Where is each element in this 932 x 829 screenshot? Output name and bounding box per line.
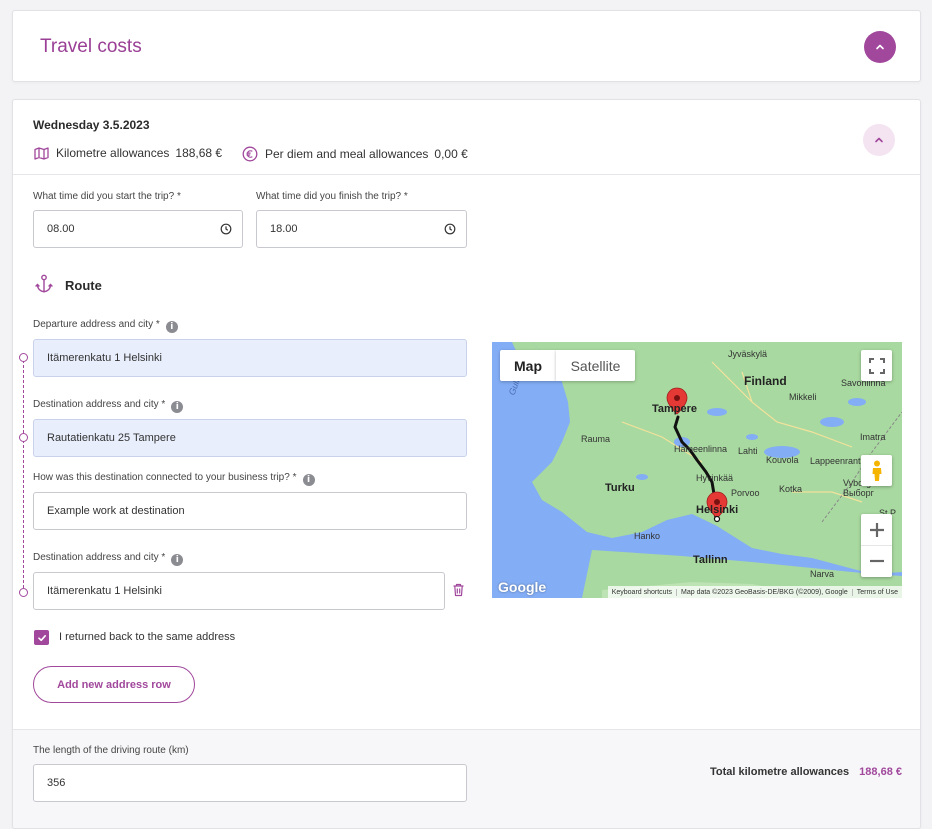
- map-label: Hanko: [634, 531, 661, 541]
- finish-time-value: 18.00: [270, 223, 298, 235]
- info-icon[interactable]: i: [165, 321, 178, 333]
- route-length-input[interactable]: 356: [33, 764, 467, 802]
- map-label: Hyvinkää: [696, 473, 734, 483]
- add-address-row-button[interactable]: Add new address row: [33, 666, 195, 703]
- chevron-up-icon: [875, 137, 883, 143]
- euro-icon: [242, 146, 258, 162]
- clock-icon: [444, 223, 456, 235]
- street-view-button[interactable]: [861, 455, 892, 486]
- fullscreen-button[interactable]: [861, 350, 892, 381]
- satellite-tab[interactable]: Satellite: [556, 350, 635, 381]
- pegman-icon: [872, 460, 881, 481]
- route-point: [19, 353, 28, 362]
- map-label: Narva: [810, 569, 835, 579]
- start-time-label: What time did you start the trip? *: [33, 191, 181, 202]
- destination-label: Destination address and city * i: [33, 399, 184, 413]
- map-label: Tampere: [652, 403, 698, 415]
- start-time-value: 08.00: [47, 223, 75, 235]
- clock-icon: [220, 223, 232, 235]
- info-icon[interactable]: i: [302, 474, 315, 486]
- km-allowance-summary: Kilometre allowances 188,68 €: [34, 146, 222, 160]
- divider: [13, 174, 920, 175]
- connection-label: How was this destination connected to yo…: [33, 472, 315, 486]
- zoom-control[interactable]: [861, 514, 892, 577]
- map-tab[interactable]: Map: [500, 350, 556, 381]
- destination2-label: Destination address and city * i: [33, 552, 184, 566]
- per-diem-value: 0,00 €: [434, 147, 468, 161]
- departure-label: Departure address and city * i: [33, 319, 178, 333]
- finish-time-label: What time did you finish the trip? *: [256, 191, 408, 202]
- map-label: Lappeenranta: [810, 456, 866, 466]
- page-title: Travel costs: [40, 36, 142, 57]
- keyboard-shortcuts-link[interactable]: Keyboard shortcuts: [608, 589, 676, 596]
- google-logo: Google: [498, 579, 547, 595]
- map-label: Hämeenlinna: [674, 444, 728, 454]
- map-label: Kouvola: [766, 455, 799, 465]
- info-icon[interactable]: i: [171, 401, 184, 413]
- destination-address-input[interactable]: Rautatienkatu 25 Tampere: [33, 419, 467, 457]
- zoom-out-button[interactable]: [861, 546, 892, 577]
- map-label: Выборг: [843, 488, 874, 498]
- map-label: Rauma: [581, 434, 611, 444]
- terms-link[interactable]: Terms of Use: [851, 588, 902, 596]
- route-map[interactable]: Jyväskylä Finland Savonlinna Mikkeli Tam…: [492, 342, 902, 598]
- map-data-text: Map data ©2023 GeoBasis-DE/BKG (©2009), …: [676, 588, 852, 596]
- total-km-allowance: Total kilometre allowances 188,68 €: [710, 766, 902, 778]
- collapse-travel-costs-button[interactable]: [864, 31, 896, 63]
- map-icon: [34, 146, 49, 160]
- finish-time-input[interactable]: 18.00: [256, 210, 467, 248]
- day-title: Wednesday 3.5.2023: [33, 118, 150, 132]
- chevron-up-icon: [876, 44, 884, 50]
- total-label: Total kilometre allowances: [709, 766, 850, 778]
- info-icon[interactable]: i: [171, 554, 184, 566]
- route-point: [19, 433, 28, 442]
- km-allowance-label: Kilometre allowances: [56, 146, 170, 160]
- map-label: Mikkeli: [789, 392, 817, 402]
- checkmark-icon: [37, 634, 46, 641]
- per-diem-label: Per diem and meal allowances: [265, 147, 429, 161]
- anchor-icon: [35, 274, 53, 299]
- map-label: Lahti: [738, 446, 758, 456]
- destination2-address-input[interactable]: Itämerenkatu 1 Helsinki: [33, 572, 445, 610]
- plus-icon: [869, 522, 884, 537]
- collapse-day-button[interactable]: [863, 124, 895, 156]
- route-point: [19, 588, 28, 597]
- map-label: Tallinn: [693, 554, 728, 566]
- minus-icon: [869, 559, 884, 563]
- map-attribution: Keyboard shortcuts Map data ©2023 GeoBas…: [607, 586, 902, 598]
- total-value: 188,68 €: [859, 766, 902, 778]
- route-title: Route: [65, 278, 102, 293]
- map-label: Jyväskylä: [728, 349, 768, 359]
- zoom-in-button[interactable]: [861, 515, 892, 546]
- map-label: Finland: [744, 374, 787, 388]
- route-connector: [23, 355, 24, 593]
- connection-input[interactable]: Example work at destination: [33, 492, 467, 530]
- map-label: Porvoo: [731, 488, 760, 498]
- fullscreen-icon: [868, 357, 885, 374]
- per-diem-summary: Per diem and meal allowances 0,00 €: [242, 146, 468, 162]
- travel-costs-header: Travel costs: [12, 10, 921, 82]
- map-label: Kotka: [779, 484, 803, 494]
- map-label: Imatra: [860, 432, 886, 442]
- returned-label: I returned back to the same address: [59, 631, 236, 643]
- map-label: Helsinki: [696, 504, 739, 516]
- trash-icon[interactable]: [452, 583, 465, 602]
- map-label: Turku: [605, 482, 635, 494]
- start-time-input[interactable]: 08.00: [33, 210, 243, 248]
- km-allowance-value: 188,68 €: [175, 146, 223, 160]
- route-length-label: The length of the driving route (km): [33, 745, 189, 756]
- returned-checkbox[interactable]: [34, 630, 49, 645]
- departure-address-input[interactable]: Itämerenkatu 1 Helsinki: [33, 339, 467, 377]
- day-card: Wednesday 3.5.2023 Kilometre allowances …: [12, 99, 921, 829]
